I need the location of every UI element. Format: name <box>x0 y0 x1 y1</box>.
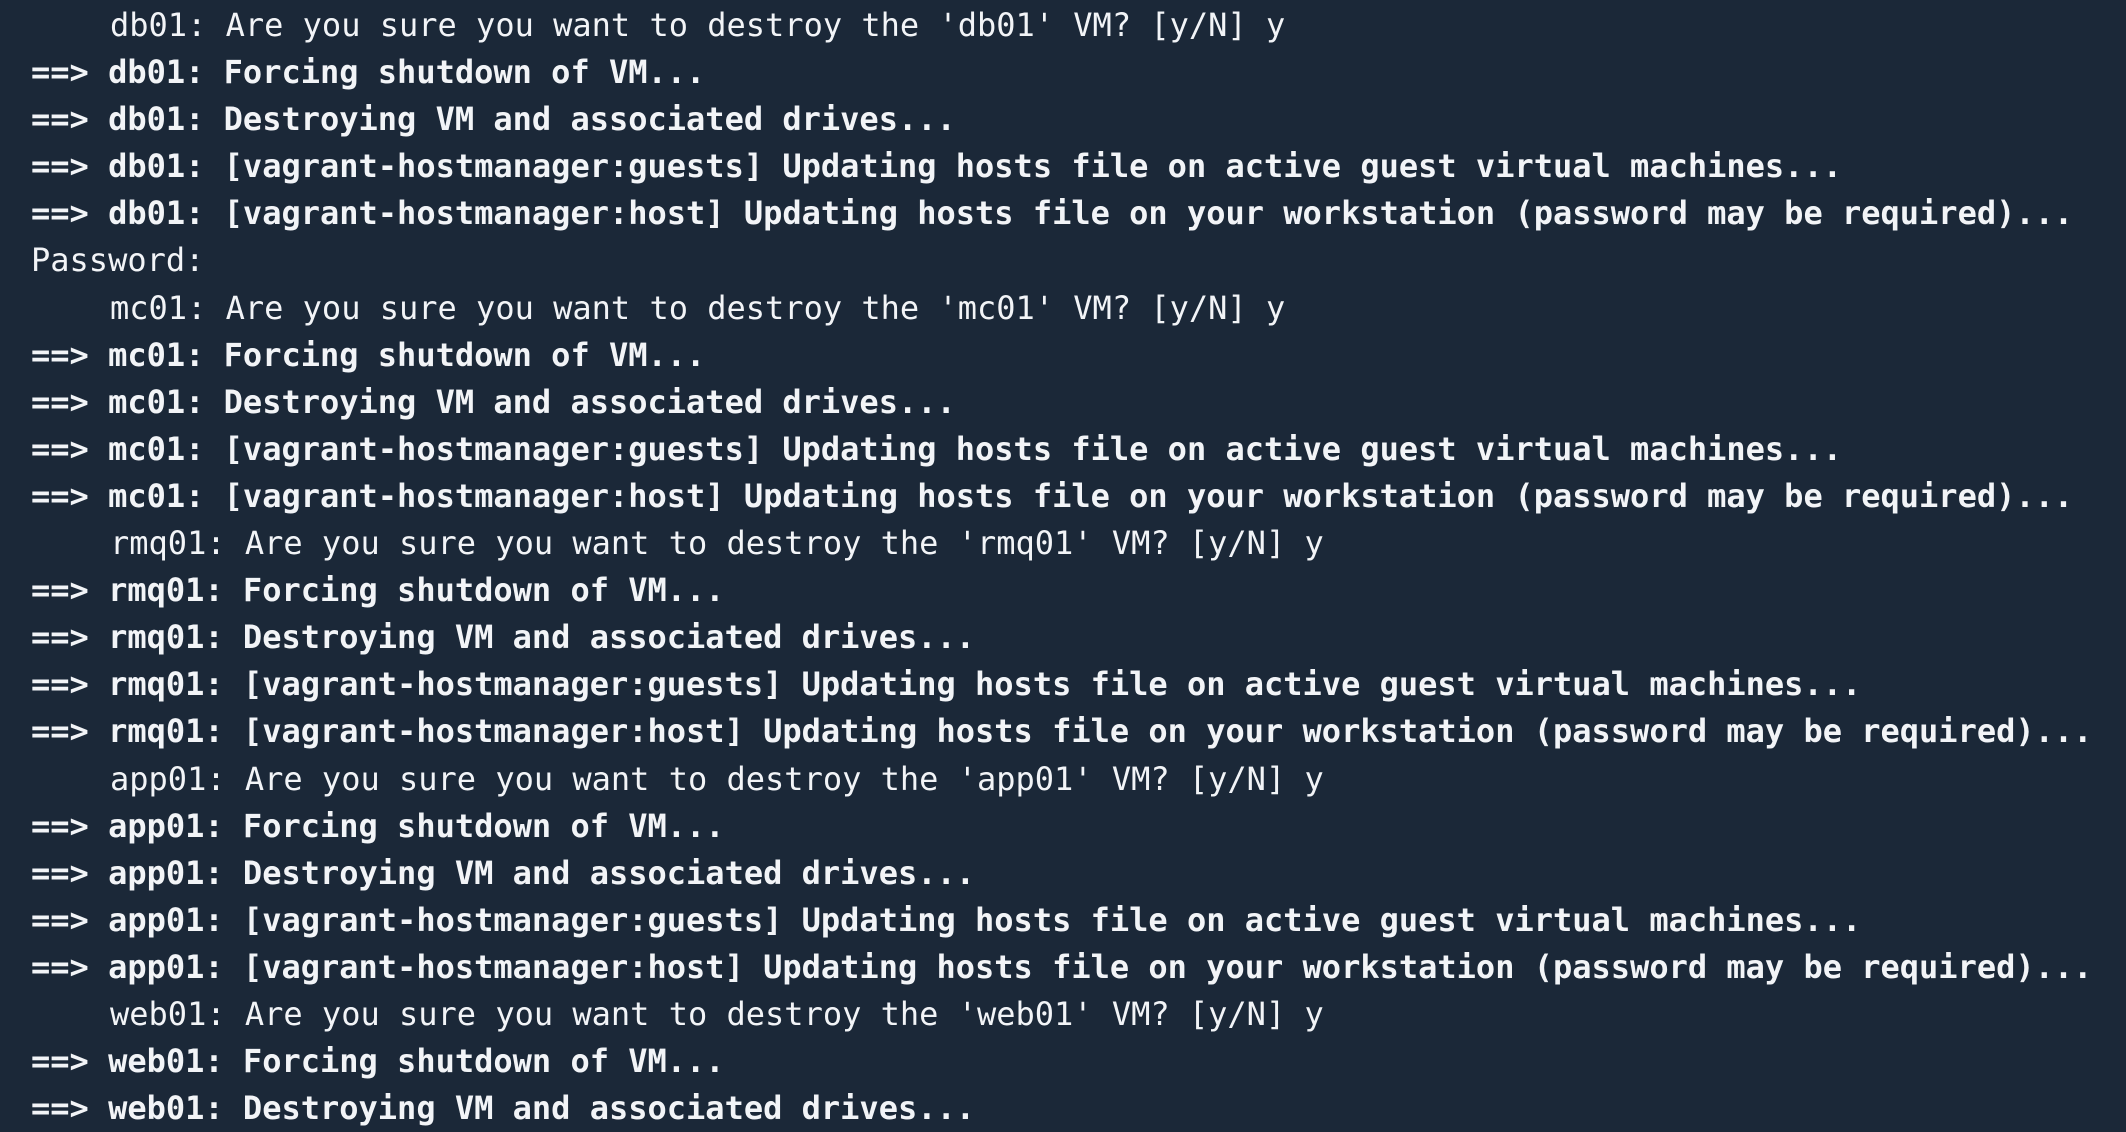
confirm-prompt-line: web01: Are you sure you want to destroy … <box>0 991 2126 1038</box>
line-text: app01: Forcing shutdown of VM... <box>108 806 725 845</box>
status-line: ==> app01: [vagrant-hostmanager:host] Up… <box>0 944 2126 991</box>
arrow-marker: ==> <box>31 853 89 892</box>
confirm-prompt-line: app01: Are you sure you want to destroy … <box>0 756 2126 803</box>
arrow-marker: ==> <box>31 147 89 186</box>
arrow-marker: ==> <box>31 900 89 939</box>
confirm-prompt-line: db01: Are you sure you want to destroy t… <box>0 2 2126 49</box>
password-prompt-line: Password: <box>0 237 2126 284</box>
arrow-marker: ==> <box>31 618 89 657</box>
status-line: ==> mc01: Destroying VM and associated d… <box>0 379 2126 426</box>
line-text: mc01: Are you sure you want to destroy t… <box>110 288 1286 327</box>
arrow-marker: ==> <box>31 429 89 468</box>
arrow-marker: ==> <box>31 806 89 845</box>
line-text: mc01: Forcing shutdown of VM... <box>108 335 706 374</box>
line-text: web01: Are you sure you want to destroy … <box>110 994 1324 1033</box>
arrow-marker: ==> <box>31 335 89 374</box>
status-line: ==> mc01: Forcing shutdown of VM... <box>0 332 2126 379</box>
line-text: app01: [vagrant-hostmanager:host] Updati… <box>108 947 2093 986</box>
status-line: ==> app01: [vagrant-hostmanager:guests] … <box>0 897 2126 944</box>
line-text: web01: Forcing shutdown of VM... <box>108 1042 725 1081</box>
status-line: ==> rmq01: Forcing shutdown of VM... <box>0 567 2126 614</box>
line-text: rmq01: [vagrant-hostmanager:host] Updati… <box>108 712 2093 751</box>
status-line: ==> app01: Forcing shutdown of VM... <box>0 803 2126 850</box>
line-text: db01: Are you sure you want to destroy t… <box>110 6 1286 44</box>
status-line: ==> web01: Destroying VM and associated … <box>0 1085 2126 1132</box>
line-text: mc01: Destroying VM and associated drive… <box>108 382 956 421</box>
arrow-marker: ==> <box>31 476 89 515</box>
line-text: mc01: [vagrant-hostmanager:guests] Updat… <box>108 429 1842 468</box>
arrow-marker: ==> <box>31 1089 89 1128</box>
status-line: ==> mc01: [vagrant-hostmanager:host] Upd… <box>0 473 2126 520</box>
arrow-marker: ==> <box>31 712 89 751</box>
status-line: ==> mc01: [vagrant-hostmanager:guests] U… <box>0 426 2126 473</box>
arrow-marker: ==> <box>31 53 89 92</box>
status-line: ==> db01: [vagrant-hostmanager:guests] U… <box>0 143 2126 190</box>
line-text: app01: Destroying VM and associated driv… <box>108 853 976 892</box>
arrow-marker: ==> <box>31 665 89 704</box>
status-line: ==> rmq01: [vagrant-hostmanager:guests] … <box>0 661 2126 708</box>
terminal-output[interactable]: db01: Are you sure you want to destroy t… <box>0 0 2126 1132</box>
line-text: mc01: [vagrant-hostmanager:host] Updatin… <box>108 476 2074 515</box>
line-text: rmq01: Are you sure you want to destroy … <box>110 524 1324 563</box>
line-text: db01: [vagrant-hostmanager:host] Updatin… <box>108 194 2074 233</box>
status-line: ==> app01: Destroying VM and associated … <box>0 850 2126 897</box>
arrow-marker: ==> <box>31 571 89 610</box>
arrow-marker: ==> <box>31 100 89 139</box>
arrow-marker: ==> <box>31 947 89 986</box>
line-text: rmq01: [vagrant-hostmanager:guests] Upda… <box>108 665 1862 704</box>
status-line: ==> rmq01: Destroying VM and associated … <box>0 614 2126 661</box>
line-text: app01: Are you sure you want to destroy … <box>110 759 1324 798</box>
line-text: app01: [vagrant-hostmanager:guests] Upda… <box>108 900 1862 939</box>
line-text: db01: Forcing shutdown of VM... <box>108 53 706 92</box>
status-line: ==> db01: Forcing shutdown of VM... <box>0 49 2126 96</box>
arrow-marker: ==> <box>31 1042 89 1081</box>
line-text: rmq01: Forcing shutdown of VM... <box>108 571 725 610</box>
confirm-prompt-line: rmq01: Are you sure you want to destroy … <box>0 520 2126 567</box>
arrow-marker: ==> <box>31 382 89 421</box>
line-text: web01: Destroying VM and associated driv… <box>108 1089 976 1128</box>
line-text: db01: Destroying VM and associated drive… <box>108 100 956 139</box>
line-text: Password: <box>31 241 205 280</box>
status-line: ==> web01: Forcing shutdown of VM... <box>0 1038 2126 1085</box>
arrow-marker: ==> <box>31 194 89 233</box>
line-text: rmq01: Destroying VM and associated driv… <box>108 618 976 657</box>
confirm-prompt-line: mc01: Are you sure you want to destroy t… <box>0 285 2126 332</box>
status-line: ==> db01: [vagrant-hostmanager:host] Upd… <box>0 190 2126 237</box>
status-line: ==> db01: Destroying VM and associated d… <box>0 96 2126 143</box>
line-text: db01: [vagrant-hostmanager:guests] Updat… <box>108 147 1842 186</box>
status-line: ==> rmq01: [vagrant-hostmanager:host] Up… <box>0 708 2126 755</box>
